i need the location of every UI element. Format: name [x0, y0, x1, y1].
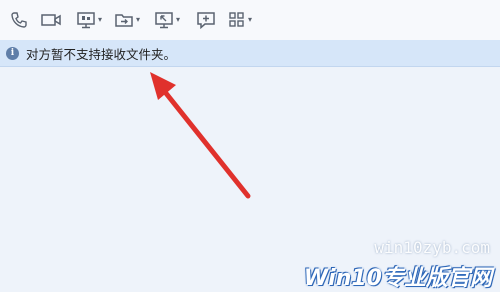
- watermark-site: win10zyb.com: [374, 238, 490, 257]
- watermark-brand: Win10专业版官网: [303, 266, 492, 291]
